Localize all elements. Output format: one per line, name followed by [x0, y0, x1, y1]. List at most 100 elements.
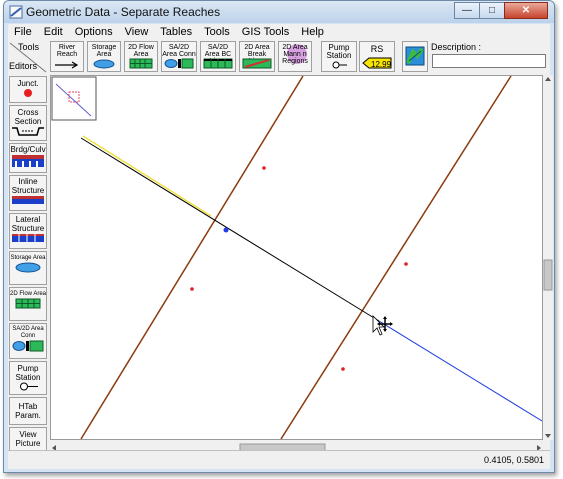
flow-area-2d-label: 2D Flow Area [128, 44, 154, 58]
pump-icon [332, 61, 347, 69]
cross-section-line-upstream[interactable] [80, 76, 304, 439]
mann-regions-button[interactable]: 2D Area Mann n Regions [278, 41, 312, 72]
client-area: File Edit Options View Tables Tools GIS … [8, 24, 553, 469]
arrow-icon [55, 61, 79, 69]
htab-param-button[interactable]: HTab Param. [9, 397, 47, 425]
bridge-culvert-label: Brdg/Culv [10, 145, 46, 154]
flow-area-2d-side-button[interactable]: 2D Flow Area [9, 287, 47, 321]
app-icon [9, 5, 23, 19]
river-reach-button[interactable]: River Reach [50, 41, 84, 72]
menu-help[interactable]: Help [295, 24, 330, 40]
geometry-canvas[interactable] [50, 75, 543, 440]
inline-structure-button[interactable]: Inline Structure [9, 175, 47, 211]
vscroll-arrows-icon [543, 77, 553, 438]
break-lines-icon [242, 58, 272, 69]
xs-marker-icon [190, 287, 194, 291]
cross-section-button[interactable]: Cross Section [9, 105, 47, 141]
view-picture-label: View Picture [15, 430, 41, 448]
reach-highlight [82, 135, 212, 217]
junction-label: Junct. [17, 79, 39, 88]
storage-area-side-icon [15, 262, 41, 273]
vertical-scrollbar[interactable] [543, 75, 553, 440]
sa-2d-bc-lines-button[interactable]: SA/2D Area BC Lines [200, 41, 236, 72]
connection-side-icon [12, 340, 44, 352]
inline-structure-label: Inline Structure [11, 177, 45, 195]
flow-area-2d-side-label: 2D Flow Area [10, 291, 47, 297]
mesh-side-icon [15, 298, 41, 309]
editors-header: Tools Editors [8, 41, 48, 74]
pump-station-button[interactable]: Pump Station [321, 41, 357, 72]
storage-area-label: Storage Area [91, 44, 117, 58]
sa-2d-conn-side-label: SA/2D Area Conn [12, 326, 44, 339]
mann-regions-label: 2D Area Mann n Regions [282, 44, 308, 65]
lateral-structure-label: Lateral Structure [11, 215, 45, 233]
description-input[interactable] [432, 54, 546, 68]
pump-station-label: Pump Station [326, 43, 352, 60]
connection-icon [164, 58, 194, 69]
red-dot-icon [24, 89, 32, 97]
map-icon [405, 46, 425, 66]
cross-section-label: Cross Section [14, 108, 42, 126]
geometric-data-window: Geometric Data - Separate Reaches — □ ✕ … [3, 0, 555, 473]
menu-file[interactable]: File [8, 24, 38, 40]
break-lines-button[interactable]: 2D Area Break Lines [239, 41, 275, 72]
flow-area-2d-button[interactable]: 2D Flow Area [124, 41, 158, 72]
title-bar: Geometric Data - Separate Reaches — □ ✕ [4, 1, 554, 23]
menu-tables[interactable]: Tables [154, 24, 198, 40]
sa-2d-conn-button[interactable]: SA/2D Area Conn [161, 41, 197, 72]
editors-label: Editors [9, 61, 38, 71]
menu-gis-tools[interactable]: GIS Tools [236, 24, 296, 40]
storage-area-side-button[interactable]: Storage Area [9, 251, 47, 285]
window-title: Geometric Data - Separate Reaches [26, 5, 221, 19]
storage-area-side-label: Storage Area [10, 255, 46, 261]
inline-structure-icon [12, 196, 44, 204]
htab-param-label: HTab Param. [15, 402, 41, 420]
junction-button[interactable]: Junct. [9, 76, 47, 103]
move-cursor-icon [372, 315, 393, 336]
storage-area-icon [93, 59, 115, 69]
sa-2d-conn-label: SA/2D Area Conn [162, 44, 196, 58]
toolbar: River Reach Storage Area 2D Flow Area SA… [50, 41, 550, 74]
gis-map-button[interactable] [402, 41, 428, 72]
menu-edit[interactable]: Edit [38, 24, 69, 40]
maximize-button[interactable]: □ [479, 2, 505, 19]
description-label: Description : [431, 42, 482, 52]
xs-marker-icon [262, 166, 266, 170]
sa-2d-conn-side-button[interactable]: SA/2D Area Conn [9, 323, 47, 359]
storage-area-button[interactable]: Storage Area [87, 41, 121, 72]
tools-label: Tools [18, 42, 40, 52]
rs-tag-icon: 12.99 [362, 57, 392, 69]
mesh-icon [129, 58, 153, 69]
reach-line-downstream[interactable] [378, 320, 542, 422]
river-reach-label: River Reach [56, 44, 78, 58]
xs-marker-icon [404, 262, 408, 266]
menu-view[interactable]: View [119, 24, 155, 40]
lateral-structure-icon [12, 234, 44, 242]
xs-marker-icon [341, 367, 345, 371]
pump-station-side-label: Pump Station [15, 364, 41, 382]
horizontal-scrollbar[interactable] [50, 440, 543, 453]
status-bar: 0.4105, 0.5801 [8, 450, 550, 469]
rs-button[interactable]: RS 12.99 [359, 41, 395, 72]
bridge-culvert-button[interactable]: Brdg/Culv [9, 143, 47, 173]
geometry-drawing [51, 76, 542, 439]
reach-line-upstream[interactable] [80, 137, 380, 322]
cross-section-icon [12, 127, 44, 136]
overview-map[interactable] [51, 76, 97, 121]
bc-lines-icon [203, 58, 233, 69]
pump-side-icon [20, 382, 38, 391]
bridge-icon [12, 155, 44, 167]
minimize-button[interactable]: — [454, 2, 480, 19]
pump-station-side-button[interactable]: Pump Station [9, 361, 47, 395]
rs-value: 12.99 [371, 60, 392, 69]
menu-bar: File Edit Options View Tables Tools GIS … [8, 24, 550, 40]
menu-tools[interactable]: Tools [198, 24, 236, 40]
cursor-coordinates: 0.4105, 0.5801 [483, 455, 544, 465]
lateral-structure-button[interactable]: Lateral Structure [9, 213, 47, 249]
cross-section-line-downstream[interactable] [280, 76, 512, 439]
window-controls: — □ ✕ [454, 2, 548, 19]
reach-node[interactable] [223, 227, 229, 233]
menu-options[interactable]: Options [69, 24, 119, 40]
rs-label: RS [370, 44, 384, 54]
close-button[interactable]: ✕ [504, 2, 548, 19]
